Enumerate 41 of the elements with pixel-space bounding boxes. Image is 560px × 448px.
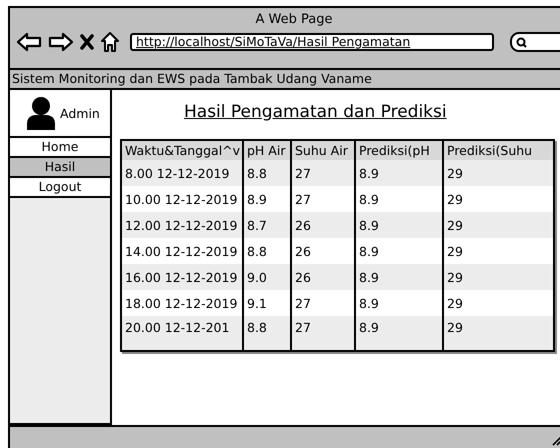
table-cell: 26 [291, 212, 355, 238]
column-header[interactable]: Prediksi(pH [355, 140, 443, 160]
resize-grip-icon[interactable] [552, 436, 560, 446]
table-cell: 8.9 [355, 316, 443, 351]
table-cell: 27 [291, 160, 355, 186]
table-cell: 20.00 12-12-201 [121, 316, 243, 351]
forward-icon[interactable] [48, 32, 74, 52]
table-cell: 16.00 12-12-2019 [121, 264, 243, 290]
table-cell: 8.9 [355, 264, 443, 290]
column-header[interactable]: Suhu Air [291, 140, 355, 160]
window-title: A Web Page [254, 12, 334, 27]
close-icon[interactable] [80, 34, 94, 50]
table-cell: 8.7 [243, 212, 291, 238]
table-cell: 8.8 [243, 316, 291, 351]
table-cell: 8.8 [243, 160, 291, 186]
column-header[interactable]: Waktu&Tanggal^v [121, 140, 243, 160]
table-cell: 26 [291, 264, 355, 290]
table-cell: 27 [291, 316, 355, 351]
table-cell: 8.00 12-12-2019 [121, 160, 243, 186]
site-banner: Sistem Monitoring dan EWS pada Tambak Udang Vaname [10, 70, 560, 90]
search-icon [516, 36, 527, 48]
sidebar-item[interactable]: Hasil [10, 158, 110, 178]
table-cell: 8.9 [355, 160, 443, 186]
search-field[interactable] [510, 32, 560, 52]
user-name: Admin [60, 106, 100, 120]
back-icon[interactable] [16, 32, 42, 52]
sidebar-item[interactable]: Logout [10, 178, 110, 198]
table-cell: 8.9 [355, 212, 443, 238]
column-header[interactable]: pH Air [243, 140, 291, 160]
table-cell: 29 [443, 160, 554, 186]
table-cell: 29 [443, 212, 554, 238]
table-cell: 29 [443, 264, 554, 290]
address-field[interactable]: http://localhost/SiMoTaVa/Hasil Pengamatan [130, 33, 494, 51]
table-cell: 12.00 12-12-2019 [121, 212, 243, 238]
sidebar-item[interactable]: Home [10, 138, 110, 158]
column-header[interactable]: Prediksi(Suhu [443, 140, 554, 160]
user-avatar-icon [26, 96, 56, 130]
home-icon[interactable] [100, 31, 120, 53]
table-cell: 9.0 [243, 264, 291, 290]
page-heading: Hasil Pengamatan dan Prediksi [184, 102, 447, 122]
table-cell: 29 [443, 316, 554, 351]
